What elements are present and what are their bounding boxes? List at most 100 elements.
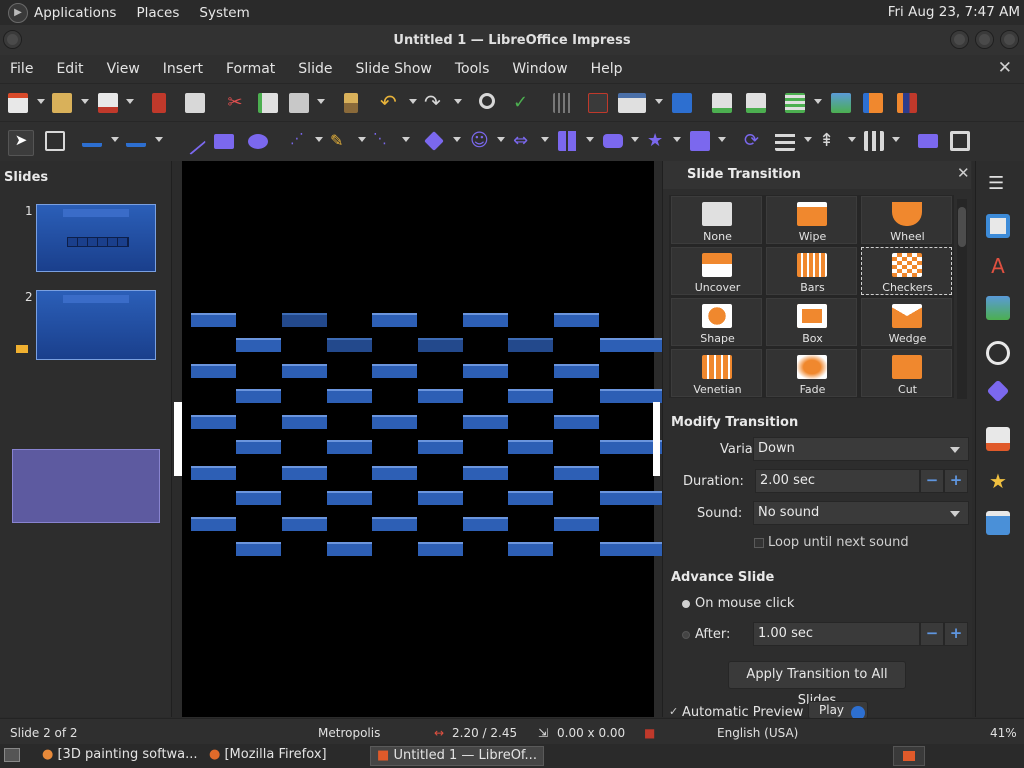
3d-objects-icon[interactable] <box>690 131 710 151</box>
chevron-down-icon[interactable] <box>848 137 856 142</box>
applications-menu[interactable]: Applications <box>34 5 116 21</box>
menu-help[interactable]: Help <box>591 61 623 77</box>
chevron-down-icon[interactable] <box>586 137 594 142</box>
lines-arrows-icon[interactable]: ⋰ <box>290 131 310 151</box>
master-slides-deck-icon[interactable] <box>986 511 1010 535</box>
chevron-down-icon[interactable] <box>81 99 89 104</box>
slide-thumbnail-1[interactable] <box>36 204 156 272</box>
arrange-icon[interactable]: ⇞ <box>819 131 839 151</box>
symbol-shapes-icon[interactable]: ☺ <box>470 131 490 151</box>
basic-shapes-icon[interactable] <box>424 131 444 151</box>
clone-formatting-icon[interactable] <box>344 93 358 113</box>
shapes-deck-icon[interactable] <box>986 379 1010 403</box>
hamburger-menu-icon[interactable]: ☰ <box>988 173 1004 194</box>
align-objects-icon[interactable] <box>775 131 795 151</box>
right-pane-collapse-handle[interactable] <box>653 402 660 476</box>
insert-image-icon[interactable] <box>831 93 851 113</box>
insert-media-icon[interactable] <box>863 93 883 113</box>
system-menu[interactable]: System <box>199 5 249 21</box>
insert-table-icon[interactable] <box>785 93 805 113</box>
menu-view[interactable]: View <box>107 61 140 77</box>
left-pane-collapse-handle[interactable] <box>174 402 182 476</box>
chevron-down-icon[interactable] <box>155 137 163 142</box>
transition-grid-scrollbar[interactable] <box>957 199 967 399</box>
transition-shape[interactable]: Shape <box>671 298 762 346</box>
export-pdf-icon[interactable] <box>152 93 166 113</box>
minimize-icon[interactable] <box>950 30 969 49</box>
display-grid-icon[interactable] <box>553 93 573 113</box>
transition-fade[interactable]: Fade <box>766 349 857 397</box>
navigator-deck-icon[interactable] <box>986 341 1010 365</box>
chevron-down-icon[interactable] <box>804 137 812 142</box>
chevron-down-icon[interactable] <box>453 137 461 142</box>
workspace-switcher[interactable] <box>893 746 925 766</box>
fill-color-icon[interactable] <box>126 131 146 147</box>
redo-icon[interactable]: ↷ <box>424 92 444 113</box>
insert-chart-icon[interactable] <box>897 93 917 113</box>
callouts-icon[interactable] <box>603 134 623 148</box>
display-views-icon[interactable] <box>618 93 646 113</box>
select-arrow-icon[interactable]: ➤ <box>8 130 34 156</box>
window-close-icon[interactable] <box>1000 30 1019 49</box>
curves-icon[interactable]: ✎ <box>330 131 350 151</box>
chevron-down-icon[interactable] <box>409 99 417 104</box>
after-increase-button[interactable]: + <box>944 622 968 646</box>
stars-icon[interactable]: ★ <box>647 131 667 151</box>
variant-dropdown[interactable]: Down <box>753 437 969 461</box>
slide-editor-canvas[interactable] <box>182 161 690 717</box>
zoom-level[interactable]: 41% <box>990 726 1017 740</box>
document-modified-icon[interactable]: ■ <box>644 726 655 740</box>
apply-to-all-slides-button[interactable]: Apply Transition to All Slides <box>728 661 906 708</box>
line-color-icon[interactable] <box>82 131 102 147</box>
menu-window[interactable]: Window <box>512 61 567 77</box>
duration-decrease-button[interactable]: − <box>920 469 944 493</box>
undo-icon[interactable]: ↶ <box>380 92 400 113</box>
transition-wheel[interactable]: Wheel <box>861 196 952 244</box>
animation-deck-icon[interactable]: ★ <box>986 470 1010 494</box>
loop-sound-checkbox[interactable] <box>754 538 764 548</box>
task-libreoffice-impress[interactable]: ■ Untitled 1 — LibreOf... <box>370 746 544 766</box>
after-decrease-button[interactable]: − <box>920 622 944 646</box>
open-folder-icon[interactable] <box>52 93 72 113</box>
master-slide-icon[interactable] <box>672 93 692 113</box>
transition-cut[interactable]: Cut <box>861 349 952 397</box>
chevron-down-icon[interactable] <box>317 99 325 104</box>
menu-file[interactable]: File <box>10 61 33 77</box>
maximize-icon[interactable] <box>975 30 994 49</box>
show-desktop-icon[interactable] <box>4 748 20 762</box>
places-menu[interactable]: Places <box>136 5 179 21</box>
chevron-down-icon[interactable] <box>497 137 505 142</box>
menu-format[interactable]: Format <box>226 61 275 77</box>
start-from-current-icon[interactable] <box>746 93 766 113</box>
chevron-down-icon[interactable] <box>892 137 900 142</box>
menu-tools[interactable]: Tools <box>455 61 490 77</box>
chevron-down-icon[interactable] <box>315 137 323 142</box>
copy-icon[interactable] <box>258 93 278 113</box>
menu-insert[interactable]: Insert <box>163 61 203 77</box>
shadow-icon[interactable] <box>918 134 938 148</box>
task-firefox[interactable]: ● [Mozilla Firefox] <box>203 746 333 766</box>
panel-close-icon[interactable]: ✕ <box>957 164 970 182</box>
master-name[interactable]: Metropolis <box>318 726 380 740</box>
new-presentation-icon[interactable] <box>8 93 28 113</box>
connectors-icon[interactable]: ⋱ <box>373 131 393 151</box>
crop-icon[interactable] <box>950 131 970 151</box>
after-radio[interactable] <box>682 631 690 639</box>
sound-dropdown[interactable]: No sound <box>753 501 969 525</box>
slide-transition-deck-icon[interactable] <box>986 427 1010 451</box>
distro-logo-icon[interactable]: ▶ <box>8 2 28 23</box>
chevron-down-icon[interactable] <box>126 99 134 104</box>
block-arrows-icon[interactable]: ⇔ <box>513 131 533 151</box>
after-time-input[interactable]: 1.00 sec <box>753 622 920 646</box>
distribute-icon[interactable] <box>864 131 884 151</box>
chevron-down-icon[interactable] <box>111 137 119 142</box>
duration-increase-button[interactable]: + <box>944 469 968 493</box>
transition-box[interactable]: Box <box>766 298 857 346</box>
transition-wedge[interactable]: Wedge <box>861 298 952 346</box>
spelling-icon[interactable]: ✓ <box>513 93 533 113</box>
chevron-down-icon[interactable] <box>37 99 45 104</box>
task-3d-painting[interactable]: ● [3D painting softwa... <box>36 746 204 766</box>
paste-icon[interactable] <box>289 93 309 113</box>
properties-deck-icon[interactable] <box>986 214 1010 238</box>
scrollbar-thumb[interactable] <box>958 207 966 247</box>
